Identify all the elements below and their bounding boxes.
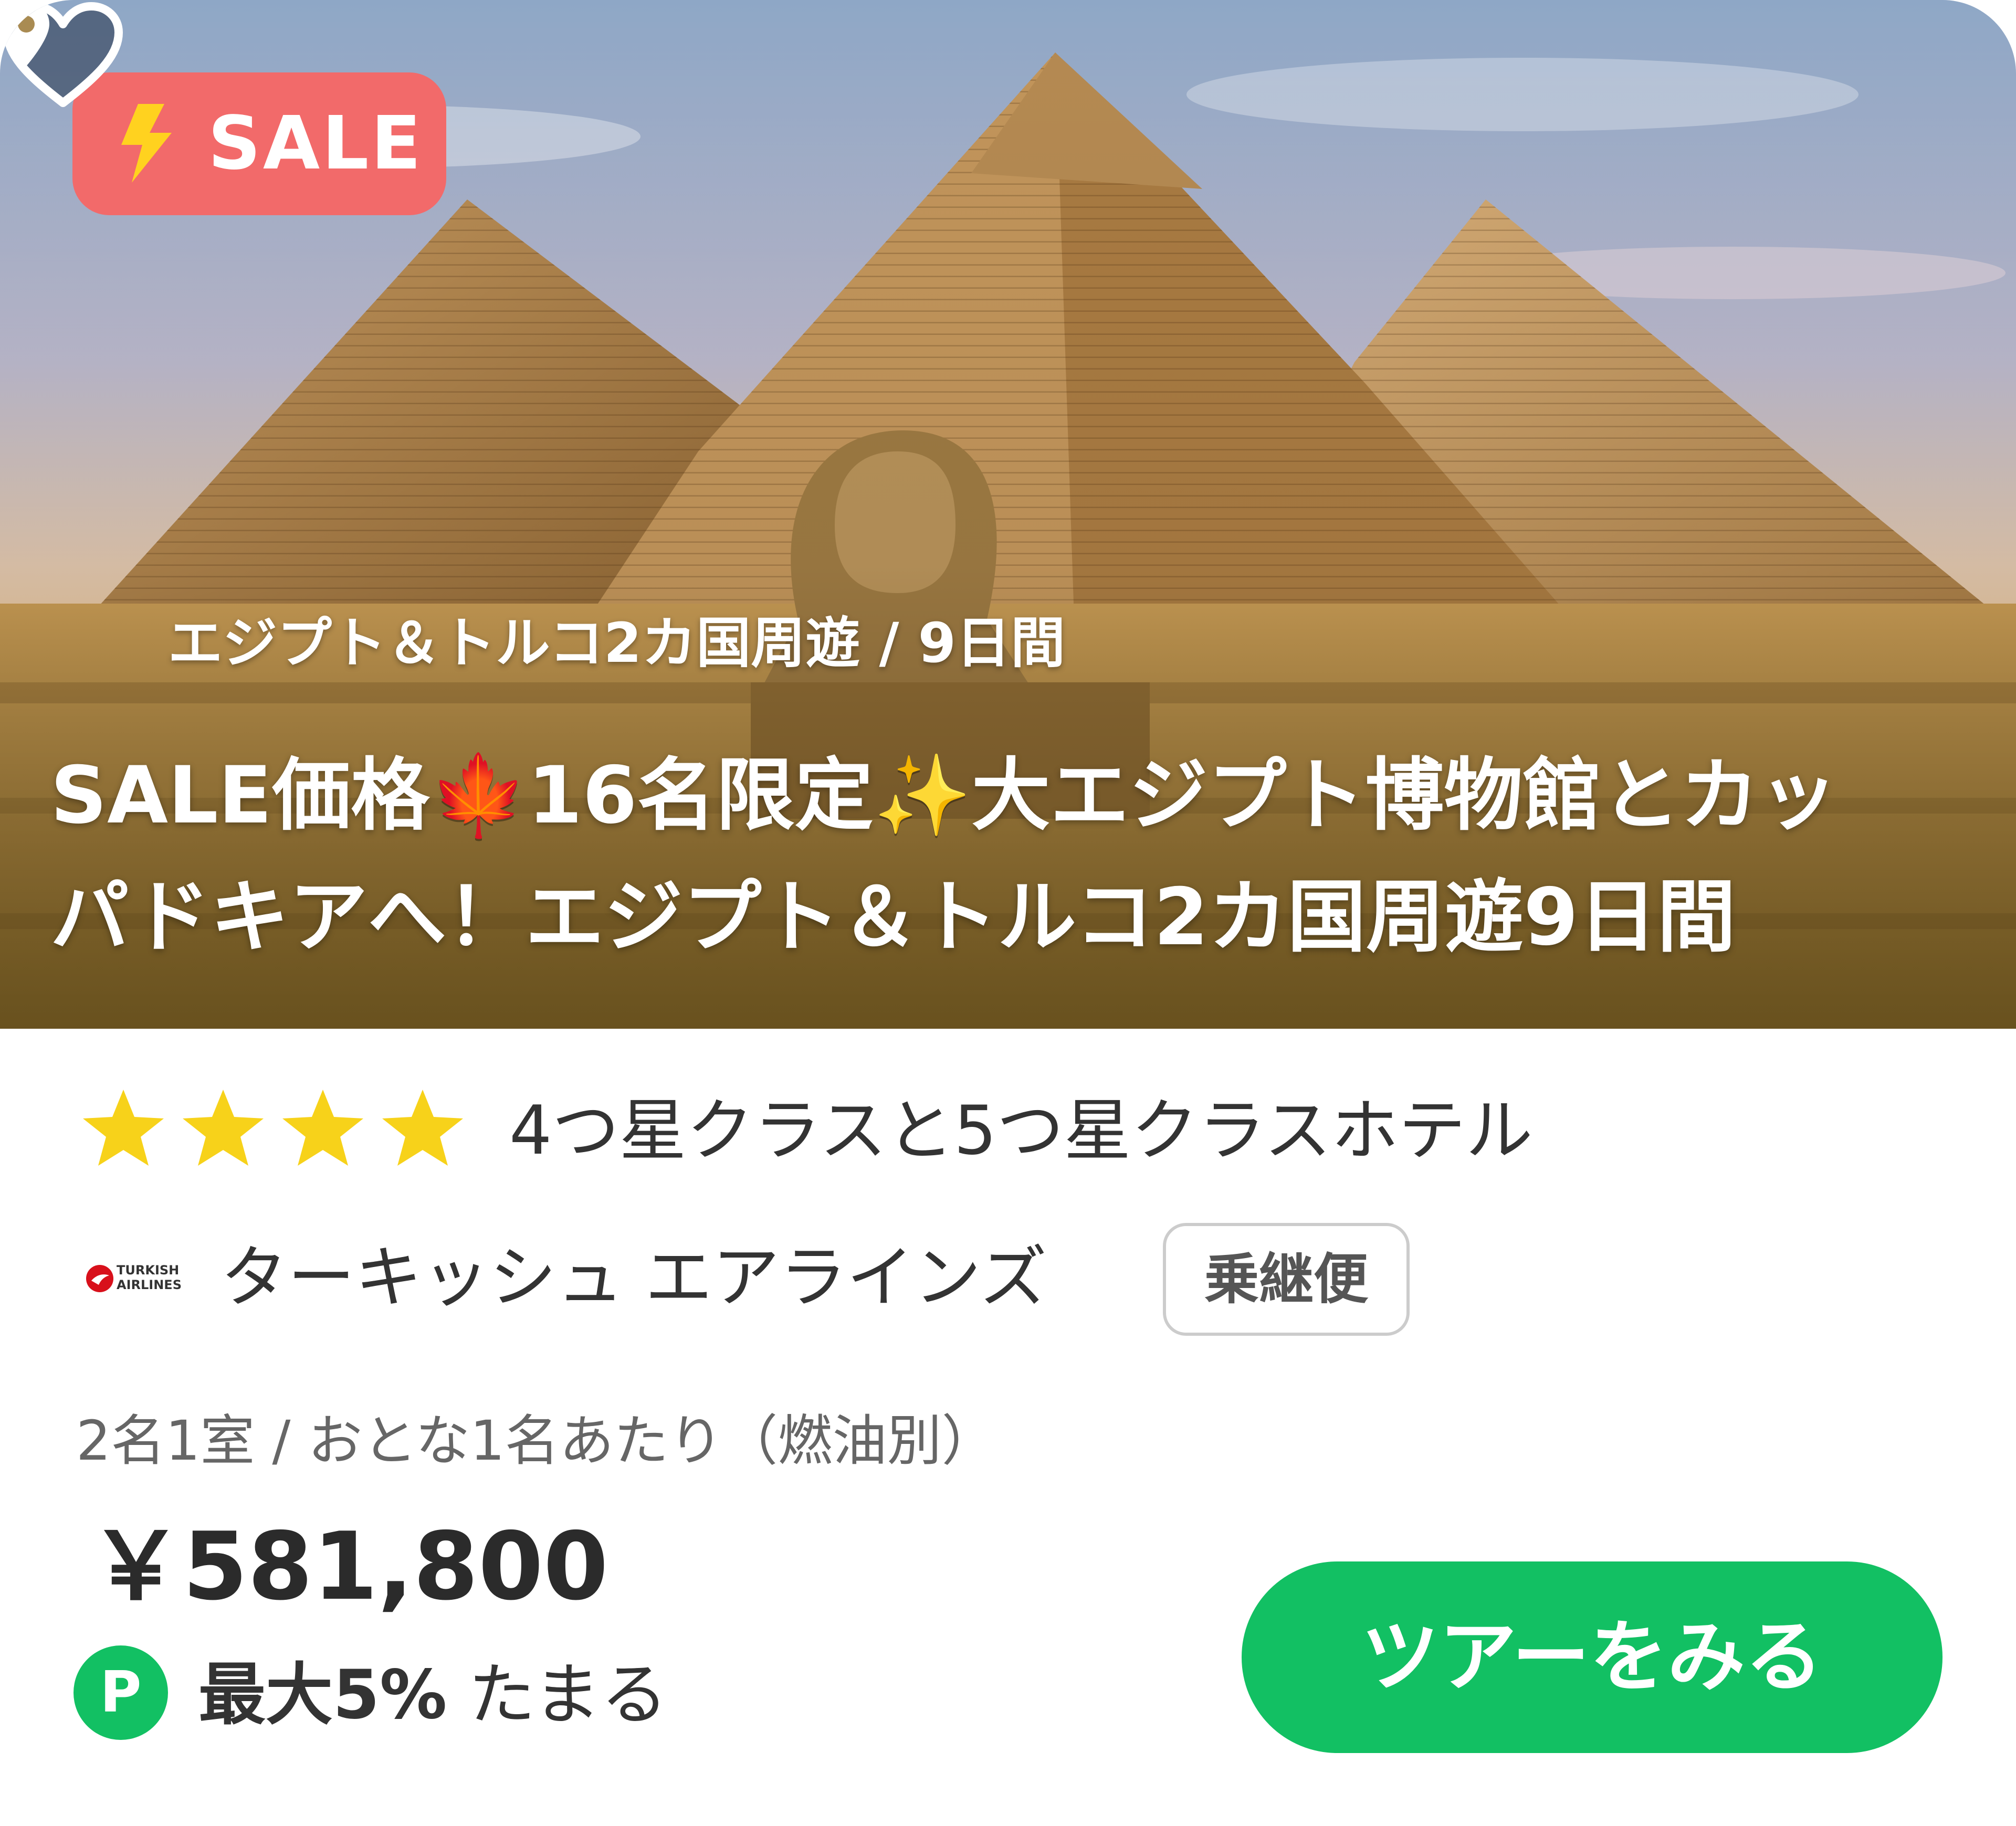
star-icon xyxy=(83,1090,164,1166)
tour-card[interactable]: SALE エジプト＆トルコ2カ国周遊 / 9日間 SALE価格🍁16名限定✨大エ… xyxy=(0,0,2016,1826)
tour-location: エジプト＆トルコ2カ国周遊 / 9日間 xyxy=(168,611,1066,675)
connecting-flight-tag: 乗継便 xyxy=(1163,1223,1410,1336)
turkish-airlines-logo: TURKISH AIRLINES xyxy=(84,1259,189,1301)
airline-logo-icon xyxy=(86,1265,113,1292)
map-pin-icon xyxy=(3,2,49,66)
hotel-star-rating xyxy=(79,1086,478,1170)
tour-title-line-2: パドキアへ！エジプト＆トルコ2カ国周遊9日間 xyxy=(50,872,1736,963)
hotel-class-label: 4つ星クラスと5つ星クラスホテル xyxy=(509,1092,1533,1170)
airline-name: ターキッシュ エアラインズ xyxy=(220,1239,1047,1317)
star-icon xyxy=(382,1090,463,1166)
points-rate: 最大5% xyxy=(198,1656,447,1734)
points-suffix: たまる xyxy=(447,1656,668,1734)
sale-badge: SALE xyxy=(72,72,446,215)
tour-price: ￥581,800 xyxy=(89,1512,608,1621)
tour-title-line-1: SALE価格🍁16名限定✨大エジプト博物館とカッ xyxy=(50,750,1838,841)
lightning-icon xyxy=(121,104,172,183)
sale-badge-label: SALE xyxy=(208,101,424,186)
airline-logo-text-2: AIRLINES xyxy=(117,1278,182,1292)
points-earn-label: 最大5% たまる xyxy=(198,1653,668,1737)
price-condition-note: 2名1室 / おとな1名あたり（燃油別） xyxy=(76,1409,996,1473)
tour-hero-image[interactable]: SALE エジプト＆トルコ2カ国周遊 / 9日間 SALE価格🍁16名限定✨大エ… xyxy=(0,0,2016,1029)
star-icon xyxy=(282,1090,363,1166)
points-icon: P xyxy=(74,1645,168,1740)
airline-logo-text-1: TURKISH xyxy=(117,1263,180,1278)
view-tour-button[interactable]: ツアーをみる xyxy=(1242,1561,1942,1753)
tour-title[interactable]: SALE価格🍁16名限定✨大エジプト博物館とカッ パドキアへ！エジプト＆トルコ2… xyxy=(50,735,1972,978)
star-icon xyxy=(183,1090,264,1166)
